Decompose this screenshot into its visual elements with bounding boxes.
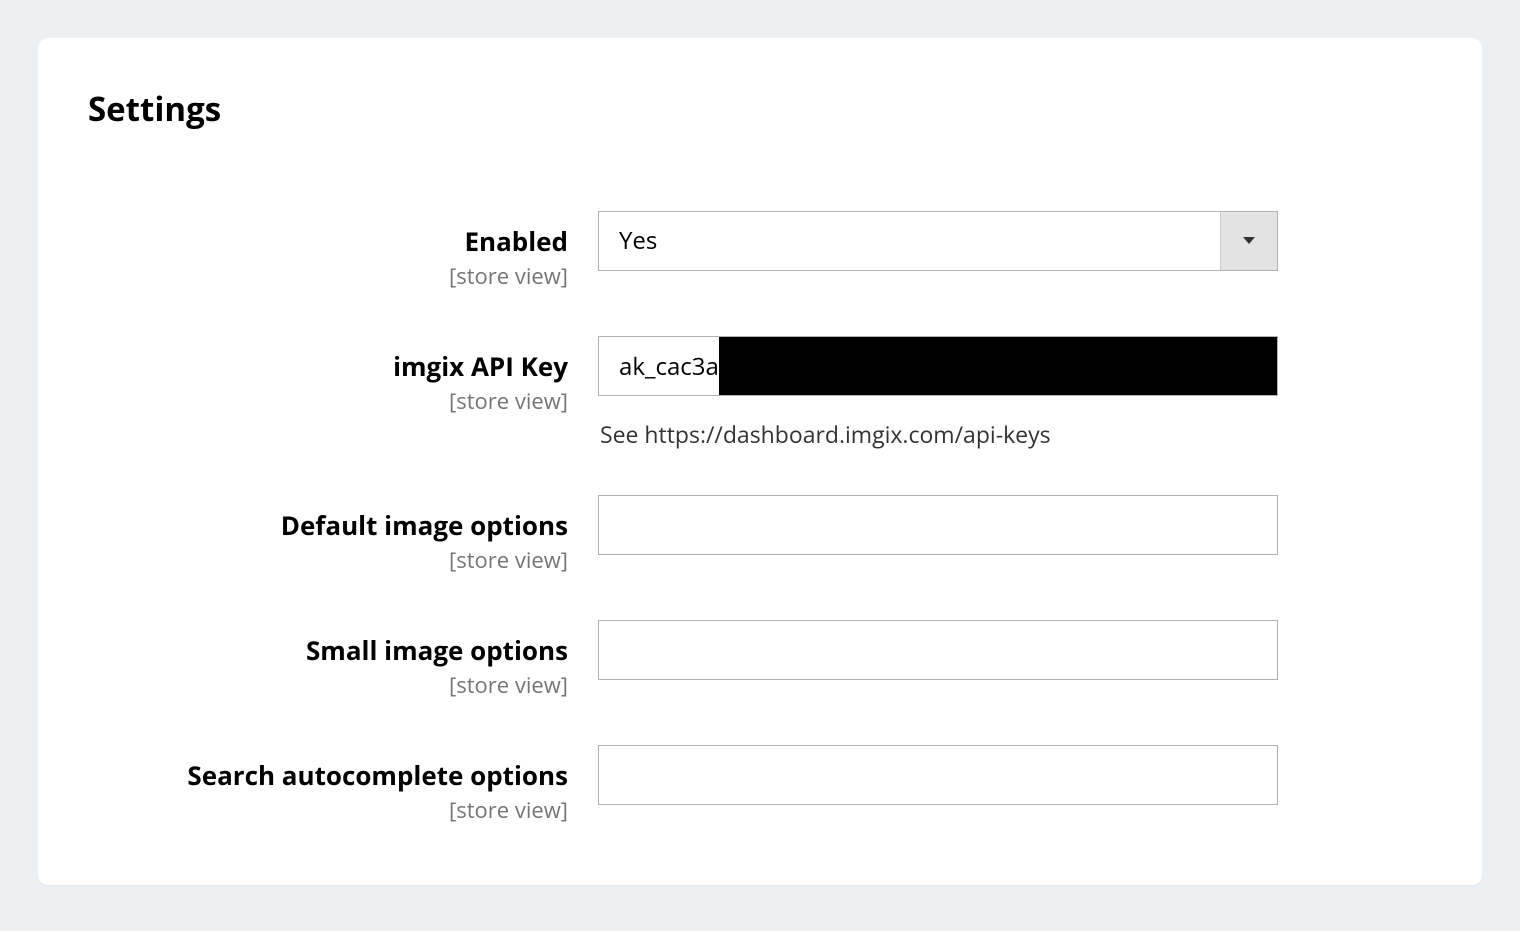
small-options-label: Small image options [88,632,568,668]
input-col [598,495,1278,555]
field-row-small-options: Small image options [store view] [88,620,1432,700]
enabled-scope: [store view] [88,261,568,291]
small-options-scope: [store view] [88,670,568,700]
search-options-input[interactable] [598,745,1278,805]
label-col: imgix API Key [store view] [88,336,598,416]
enabled-label: Enabled [88,223,568,259]
default-options-scope: [store view] [88,545,568,575]
input-col [598,745,1278,805]
api-key-input[interactable]: ak_cac3a [598,336,1278,396]
api-key-scope: [store view] [88,386,568,416]
api-key-label: imgix API Key [88,348,568,384]
field-row-default-options: Default image options [store view] [88,495,1432,575]
input-col: Yes [598,211,1278,271]
default-options-input[interactable] [598,495,1278,555]
field-row-api-key: imgix API Key [store view] ak_cac3a See … [88,336,1432,450]
label-col: Enabled [store view] [88,211,598,291]
field-row-search-options: Search autocomplete options [store view] [88,745,1432,825]
page-title: Settings [88,86,1432,131]
input-col: ak_cac3a See https://dashboard.imgix.com… [598,336,1278,450]
label-col: Default image options [store view] [88,495,598,575]
api-key-redacted-block [719,337,1277,395]
input-col [598,620,1278,680]
settings-panel: Settings Enabled [store view] Yes imgix … [38,38,1482,885]
api-key-help-text: See https://dashboard.imgix.com/api-keys [598,418,1278,450]
default-options-label: Default image options [88,507,568,543]
field-row-enabled: Enabled [store view] Yes [88,211,1432,291]
small-options-input[interactable] [598,620,1278,680]
label-col: Small image options [store view] [88,620,598,700]
api-key-value-prefix: ak_cac3a [619,350,719,383]
enabled-select-value: Yes [619,224,657,257]
enabled-select-wrapper: Yes [598,211,1278,271]
enabled-select[interactable]: Yes [598,211,1278,271]
search-options-scope: [store view] [88,795,568,825]
search-options-label: Search autocomplete options [88,757,568,793]
label-col: Search autocomplete options [store view] [88,745,598,825]
